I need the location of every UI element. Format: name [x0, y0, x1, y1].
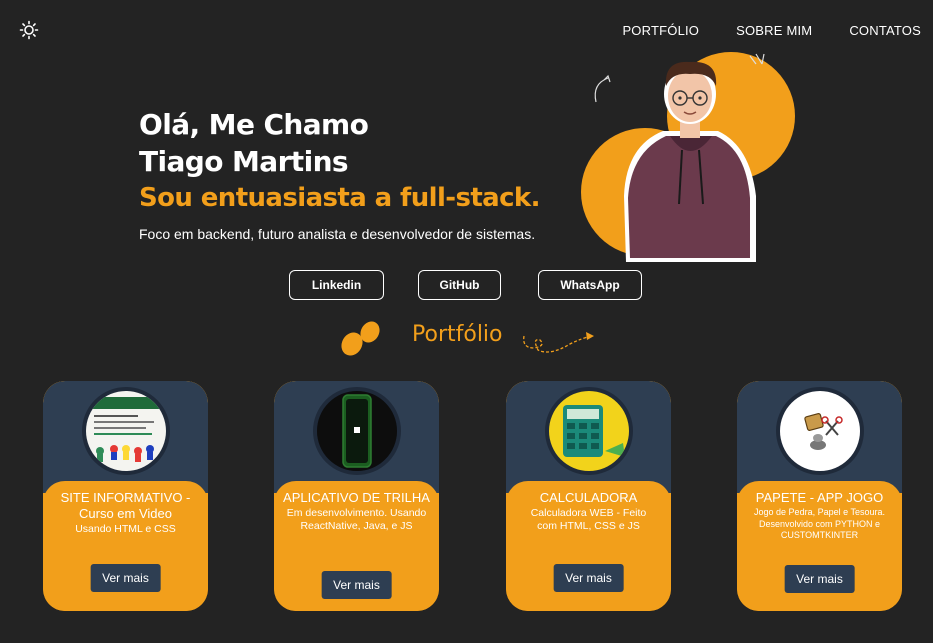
linkedin-button[interactable]: Linkedin	[289, 270, 384, 300]
hero-tagline: Sou entuasiasta a full-stack.	[139, 183, 540, 213]
hero-name: Tiago Martins	[139, 145, 349, 178]
nav-link-contatos[interactable]: CONTATOS	[849, 23, 921, 38]
decorative-arrow-icon	[523, 332, 594, 353]
decorative-dots-icon	[341, 321, 380, 356]
project-title: PAPETE - APP JOGO	[755, 490, 884, 505]
project-thumbnail	[81, 387, 170, 475]
project-title: CALCULADORA	[539, 490, 638, 505]
phone-app-icon	[316, 391, 397, 471]
project-title: APLICATIVO DE TRILHA	[283, 490, 430, 505]
project-description: Calculadora WEB - Feito com HTML, CSS e …	[530, 507, 647, 532]
project-thumbnail	[775, 387, 864, 475]
nav-link-sobre-mim[interactable]: SOBRE MIM	[736, 23, 812, 38]
nav-link-portfolio[interactable]: PORTFÓLIO	[622, 23, 699, 38]
project-card: SITE INFORMATIVO - Curso em Video Usando…	[43, 381, 208, 611]
sun-icon	[19, 20, 39, 40]
hero-subtitle: Foco em backend, futuro analista e desen…	[139, 226, 536, 242]
hero-greeting: Olá, Me Chamo	[139, 108, 369, 141]
ver-mais-button[interactable]: Ver mais	[784, 565, 855, 593]
website-preview-icon	[85, 391, 166, 471]
project-thumbnail	[544, 387, 633, 475]
project-card: APLICATIVO DE TRILHA Em desenvolvimento.…	[274, 381, 439, 611]
portfolio-section-title: Portfólio	[412, 322, 503, 347]
project-card: PAPETE - APP JOGO Jogo de Pedra, Papel e…	[737, 381, 902, 611]
hero: Olá, Me Chamo Tiago Martins Sou entuasia…	[139, 106, 540, 242]
github-button[interactable]: GitHub	[418, 270, 501, 300]
project-card: CALCULADORA Calculadora WEB - Feito com …	[506, 381, 671, 611]
theme-toggle-button[interactable]	[19, 20, 39, 40]
project-title: SITE INFORMATIVO - Curso em Video	[60, 490, 191, 521]
ver-mais-button[interactable]: Ver mais	[321, 571, 392, 599]
project-thumbnail	[312, 387, 401, 475]
top-nav: PORTFÓLIO SOBRE MIM CONTATOS	[622, 23, 921, 38]
project-description: Usando HTML e CSS	[75, 523, 176, 535]
whatsapp-button[interactable]: WhatsApp	[538, 270, 642, 300]
ver-mais-button[interactable]: Ver mais	[553, 564, 624, 592]
ver-mais-button[interactable]: Ver mais	[90, 564, 161, 592]
avatar-illustration	[581, 52, 795, 262]
social-links: Linkedin GitHub WhatsApp	[289, 270, 642, 300]
rock-paper-scissors-icon	[779, 391, 860, 471]
project-description: Jogo de Pedra, Papel e Tesoura. Desenvol…	[754, 507, 885, 540]
calculator-icon	[548, 391, 629, 471]
project-description: Em desenvolvimento. Usando ReactNative, …	[286, 507, 427, 532]
